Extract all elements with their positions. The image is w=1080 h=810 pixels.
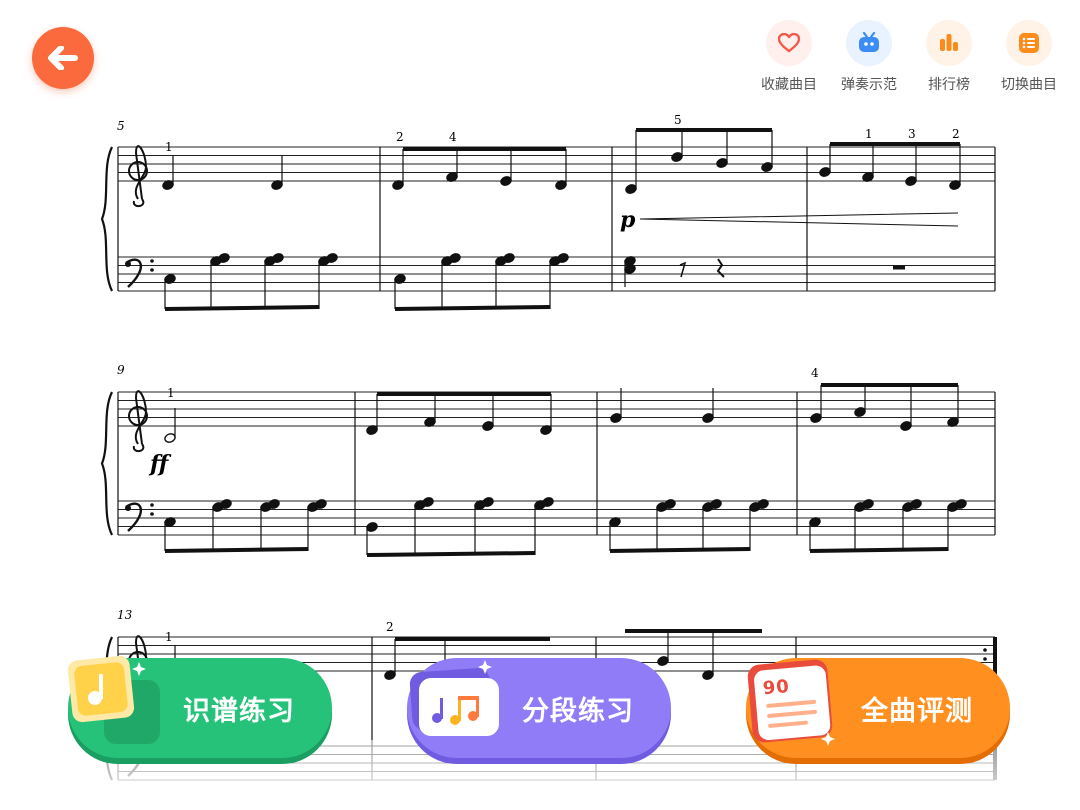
note-head [761,162,773,172]
note-head [366,522,378,532]
note-head [905,176,917,186]
score-book-icon: 90 [747,659,835,746]
back-button[interactable] [32,27,94,89]
fingering: 2 [386,620,394,634]
fingering: 1 [865,127,873,141]
bass-clef [125,261,131,267]
measure-number-13: 13 [117,608,133,622]
bass-clef [150,512,154,516]
note-head [164,433,176,443]
sight-reading-practice-button[interactable]: 识谱练习 [67,655,332,758]
note-head [702,413,714,423]
ranking-bars-icon [926,20,972,66]
fingering: 3 [908,127,916,141]
fingering: 4 [449,130,457,144]
fingering: 2 [952,127,960,141]
favorite-label: 收藏曲目 [761,77,817,93]
fingering: 4 [811,366,819,380]
score-badge-text: 90 [762,676,791,699]
full-song-evaluation-label: 全曲评测 [861,695,973,727]
repeat-dot [983,648,987,652]
music-notes-card-icon [409,660,499,736]
beam [164,547,309,553]
note-head [610,413,622,423]
dynamic-marking: ff [148,451,172,477]
rest [893,265,905,270]
note-head [716,158,728,168]
note-head [900,421,912,431]
repeat-dot [983,657,987,661]
note-head [819,167,831,177]
note-head [810,413,822,423]
bass-clef [150,259,154,263]
bass-clef [150,503,154,507]
top-actions: 收藏曲目 弹奏示范 排行榜 切换曲目 [756,20,1062,94]
measure-number-5: 5 [117,119,125,133]
ranking-button[interactable]: 排行榜 [916,20,982,94]
bass-clef [150,268,154,272]
demo-label: 弹奏示范 [841,77,897,93]
tv-icon [846,20,892,66]
favorite-button[interactable]: 收藏曲目 [756,20,822,94]
beam [394,305,551,311]
arrow-left-icon [48,46,78,70]
note-head [500,176,512,186]
list-icon [1006,20,1052,66]
decrescendo-hairpin [639,212,959,227]
fingering: 1 [167,386,175,400]
sight-reading-practice-label: 识谱练习 [183,695,295,727]
fingering: 2 [396,130,404,144]
beam [609,547,751,553]
note-head [482,421,494,431]
brace [100,391,113,536]
fingering: 1 [165,630,173,644]
brace [100,146,113,292]
note-head [657,656,669,666]
fingering: 1 [165,140,173,154]
note-head [625,184,637,194]
ranking-label: 排行榜 [928,77,970,93]
note-card-icon [67,655,160,744]
section-practice-label: 分段练习 [522,695,634,727]
heart-icon [766,20,812,66]
switch-song-label: 切换曲目 [1001,77,1057,93]
note-head [671,152,683,162]
note-head [854,407,866,417]
fingering: 5 [674,113,682,127]
dynamic-marking: p [620,207,636,233]
beam [366,551,536,557]
section-practice-button[interactable]: 分段练习 [407,658,671,758]
measure-number-9: 9 [117,363,125,377]
switch-song-button[interactable]: 切换曲目 [996,20,1062,94]
beam [164,305,320,311]
full-song-evaluation-button[interactable]: 90 全曲评测 [746,658,1010,758]
beam [809,547,949,553]
bass-clef [125,505,131,511]
demo-button[interactable]: 弹奏示范 [836,20,902,94]
